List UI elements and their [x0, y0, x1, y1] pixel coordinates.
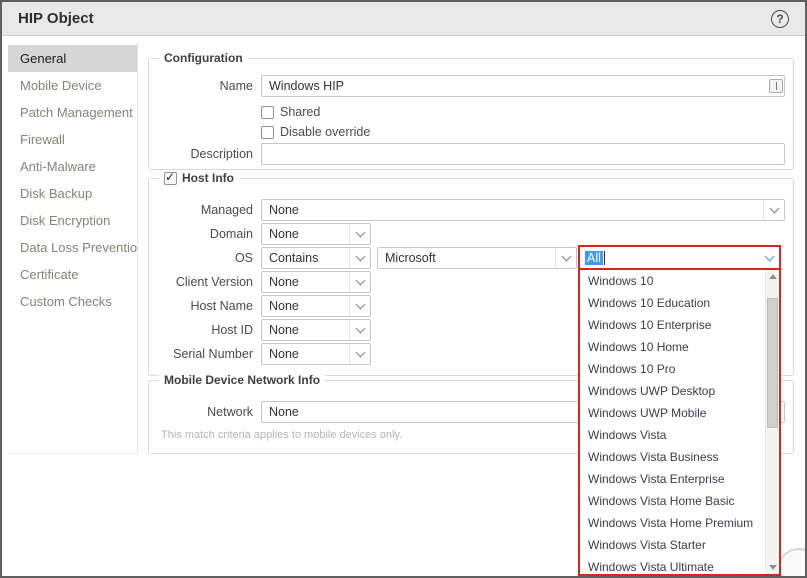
scroll-up-icon[interactable]: [769, 274, 777, 279]
sidebar: General Mobile Device Patch Management F…: [8, 42, 138, 454]
disable-override-label: Disable override: [280, 125, 371, 139]
chevron-down-icon: [349, 320, 370, 340]
shared-checkbox[interactable]: [261, 105, 274, 119]
sidebar-item-custom-checks[interactable]: Custom Checks: [8, 288, 137, 315]
os-option[interactable]: Windows Vista Business: [580, 446, 779, 468]
sidebar-item-general[interactable]: General: [8, 45, 137, 72]
corner-widget-partial: [777, 548, 805, 576]
os-option[interactable]: Windows Vista Home Basic: [580, 490, 779, 512]
scroll-down-icon[interactable]: [769, 565, 777, 570]
description-input[interactable]: [261, 143, 785, 165]
sidebar-item-disk-encryption[interactable]: Disk Encryption: [8, 207, 137, 234]
name-input[interactable]: [261, 75, 785, 97]
scroll-thumb[interactable]: [767, 298, 778, 428]
chevron-down-icon: [763, 200, 784, 220]
serial-number-label: Serial Number: [173, 347, 253, 361]
selected-text: All: [585, 250, 603, 265]
sidebar-item-patch-management[interactable]: Patch Management: [8, 99, 137, 126]
hip-object-dialog: HIP Object ? General Mobile Device Patch…: [0, 0, 807, 578]
host-id-select[interactable]: None: [261, 319, 371, 341]
name-label: Name: [219, 79, 253, 93]
host-info-legend: Host Info: [182, 171, 234, 185]
os-value-combobox[interactable]: All: [578, 245, 781, 270]
os-option[interactable]: Windows Vista Starter: [580, 534, 779, 556]
network-label: Network: [207, 405, 253, 419]
disable-override-checkbox[interactable]: [261, 125, 274, 139]
shared-label: Shared: [280, 105, 321, 119]
os-option[interactable]: Windows Vista Home Premium: [580, 512, 779, 534]
os-option[interactable]: Windows 10 Pro: [580, 358, 779, 380]
sidebar-item-disk-backup[interactable]: Disk Backup: [8, 180, 137, 207]
client-version-select[interactable]: None: [261, 271, 371, 293]
group-configuration: Configuration Name Shared Disable overri…: [148, 51, 794, 170]
os-option[interactable]: Windows 10: [580, 270, 779, 292]
os-option[interactable]: Windows 10 Enterprise: [580, 314, 779, 336]
client-version-label: Client Version: [175, 275, 253, 289]
host-name-label: Host Name: [190, 299, 253, 313]
sidebar-item-certificate[interactable]: Certificate: [8, 261, 137, 288]
dialog-title: HIP Object: [18, 10, 94, 27]
os-match-select[interactable]: Contains: [261, 247, 371, 269]
list-scrollbar[interactable]: [765, 270, 779, 574]
text-cursor: [603, 250, 605, 265]
text-entry-icon: [769, 79, 783, 93]
sidebar-item-mobile-device[interactable]: Mobile Device: [8, 72, 137, 99]
os-option[interactable]: Windows UWP Mobile: [580, 402, 779, 424]
sidebar-item-firewall[interactable]: Firewall: [8, 126, 137, 153]
os-label: OS: [234, 251, 253, 265]
chevron-down-icon: [555, 248, 576, 268]
chevron-down-icon: [349, 224, 370, 244]
os-option[interactable]: Windows Vista Ultimate: [580, 556, 779, 574]
configuration-legend: Configuration: [159, 51, 248, 65]
os-dropdown-list: Windows 10 Windows 10 Education Windows …: [578, 268, 781, 576]
titlebar: HIP Object ?: [2, 2, 805, 36]
chevron-down-icon: [349, 248, 370, 268]
sidebar-item-data-loss-prevention[interactable]: Data Loss Prevention: [8, 234, 137, 261]
host-info-checkbox[interactable]: [164, 170, 177, 185]
chevron-down-icon: [349, 344, 370, 364]
os-option[interactable]: Windows 10 Home: [580, 336, 779, 358]
mobile-criteria-hint: This match criteria applies to mobile de…: [161, 429, 403, 441]
sidebar-item-anti-malware[interactable]: Anti-Malware: [8, 153, 137, 180]
os-option[interactable]: Windows 10 Education: [580, 292, 779, 314]
domain-label: Domain: [209, 227, 253, 241]
host-id-label: Host ID: [211, 323, 253, 337]
serial-number-select[interactable]: None: [261, 343, 371, 365]
managed-label: Managed: [200, 203, 253, 217]
help-icon[interactable]: ?: [771, 9, 789, 28]
chevron-down-icon: [759, 247, 779, 268]
chevron-down-icon: [349, 272, 370, 292]
os-option[interactable]: Windows Vista Enterprise: [580, 468, 779, 490]
mobile-network-legend: Mobile Device Network Info: [159, 373, 326, 387]
os-option[interactable]: Windows Vista: [580, 424, 779, 446]
description-label: Description: [190, 147, 253, 161]
os-vendor-select[interactable]: Microsoft: [377, 247, 577, 269]
domain-select[interactable]: None: [261, 223, 371, 245]
managed-select[interactable]: None: [261, 199, 785, 221]
os-option[interactable]: Windows UWP Desktop: [580, 380, 779, 402]
host-name-select[interactable]: None: [261, 295, 371, 317]
chevron-down-icon: [349, 296, 370, 316]
